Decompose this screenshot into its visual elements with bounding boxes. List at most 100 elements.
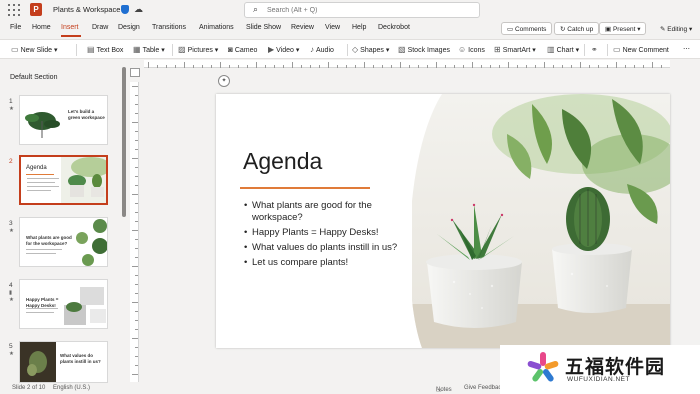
tab-file[interactable]: File bbox=[10, 24, 21, 31]
chevron-down-icon: ▾ bbox=[637, 26, 641, 33]
thumbnail-scrollbar[interactable] bbox=[122, 67, 126, 217]
ruler-toggle-icon[interactable] bbox=[130, 68, 140, 77]
section-title[interactable]: Default Section bbox=[10, 74, 57, 81]
notes-label: Notes bbox=[436, 387, 452, 393]
table-button[interactable]: ▦ Table ▾ bbox=[133, 45, 165, 54]
ruler-tick bbox=[508, 62, 509, 68]
chart-button[interactable]: ▥ Chart ▾ bbox=[547, 45, 579, 54]
slide-thumbnail-2-selected[interactable]: Agenda bbox=[19, 155, 108, 205]
ruler-tick bbox=[562, 65, 563, 68]
tab-draw[interactable]: Draw bbox=[92, 24, 108, 31]
ruler-tick bbox=[355, 65, 356, 68]
thumbnail-plant-image bbox=[61, 157, 106, 203]
document-title[interactable]: Plants & Workspace bbox=[53, 5, 120, 14]
tab-insert[interactable]: Insert bbox=[61, 24, 79, 31]
watermark-url: WUFUXIDIAN.NET bbox=[567, 376, 630, 383]
tab-transitions[interactable]: Transitions bbox=[152, 24, 186, 31]
link-button[interactable]: ⚭ bbox=[591, 45, 600, 54]
slide-canvas[interactable]: Agenda What plants are good for the work… bbox=[216, 94, 670, 348]
smartart-button[interactable]: ⊞ SmartArt ▾ bbox=[494, 45, 536, 54]
thumbnail-text-line bbox=[26, 308, 58, 309]
ruler-tick bbox=[661, 65, 662, 68]
text-box-button[interactable]: ▤ Text Box bbox=[87, 45, 123, 54]
video-icon: ▶ bbox=[268, 45, 275, 54]
give-feedback-button[interactable]: Give Feedback bbox=[464, 385, 504, 391]
ruler-tick bbox=[202, 65, 203, 68]
designer-icon[interactable]: ✦ bbox=[218, 75, 230, 87]
slide-thumbnail-3[interactable]: What plants are good for the workspace? bbox=[19, 217, 108, 267]
tab-design[interactable]: Design bbox=[118, 24, 140, 31]
ruler-tick bbox=[553, 65, 554, 68]
new-comment-button[interactable]: ▭ New Comment bbox=[613, 45, 669, 54]
ruler-tick bbox=[319, 65, 320, 68]
slide-thumbnail-4[interactable]: Happy Plants = Happy Desks! bbox=[19, 279, 108, 329]
pictures-button[interactable]: ▨ Pictures ▾ bbox=[178, 45, 218, 54]
sensitivity-shield-icon[interactable] bbox=[121, 5, 129, 14]
audio-label: Audio bbox=[316, 47, 334, 54]
chevron-down-icon: ▾ bbox=[688, 26, 693, 33]
ruler-tick bbox=[135, 347, 138, 348]
slide-number: 4 bbox=[9, 282, 13, 289]
ruler-tick bbox=[135, 239, 138, 240]
tab-review[interactable]: Review bbox=[291, 24, 314, 31]
new-slide-button[interactable]: ▭ New Slide ▾ bbox=[11, 45, 58, 54]
ruler-tick bbox=[265, 65, 266, 68]
more-options-button[interactable]: ⋯ bbox=[683, 45, 690, 53]
bullet-item[interactable]: Let us compare plants! bbox=[244, 257, 416, 269]
slide-thumbnail-1[interactable]: Let's build a green workspace bbox=[19, 95, 108, 145]
video-button[interactable]: ▶ Video ▾ bbox=[268, 45, 299, 54]
ruler-tick bbox=[274, 65, 275, 68]
bullet-item[interactable]: What values do plants instill in us? bbox=[244, 242, 416, 254]
slide-thumbnail-5[interactable]: What values do plants instill in us? bbox=[19, 341, 108, 383]
app-launcher-icon[interactable] bbox=[8, 4, 20, 16]
text-box-label: Text Box bbox=[96, 47, 124, 54]
editing-label: Editing bbox=[667, 26, 688, 33]
comments-button[interactable]: ▭ Comments bbox=[501, 22, 553, 35]
shapes-button[interactable]: ◇ Shapes ▾ bbox=[352, 45, 389, 54]
stock-images-button[interactable]: ▧ Stock Images bbox=[398, 45, 450, 54]
slide-number: 5 bbox=[9, 343, 13, 350]
ruler-tick bbox=[625, 65, 626, 68]
editing-mode-button[interactable]: ✎ Editing ▾ bbox=[654, 22, 698, 35]
ribbon-divider bbox=[584, 44, 585, 56]
sync-status-icon[interactable]: ☁ bbox=[134, 4, 143, 15]
thumbnail-desk-image bbox=[64, 287, 106, 325]
present-button[interactable]: ▣ Present ▾ bbox=[599, 22, 647, 35]
tab-deckrobot[interactable]: Deckrobot bbox=[378, 24, 410, 31]
ruler-tick bbox=[211, 65, 212, 68]
bullet-item[interactable]: Happy Plants = Happy Desks! bbox=[244, 227, 416, 239]
bullet-item[interactable]: What plants are good for the workspace? bbox=[244, 200, 416, 224]
ribbon-divider bbox=[607, 44, 608, 56]
tab-animations[interactable]: Animations bbox=[199, 24, 234, 31]
ruler-tick bbox=[400, 62, 401, 68]
tab-home[interactable]: Home bbox=[32, 24, 51, 31]
cameo-button[interactable]: ◙ Cameo bbox=[228, 45, 257, 54]
ruler-tick bbox=[301, 65, 302, 68]
star-icon: ★ bbox=[9, 106, 14, 112]
tab-slide-show[interactable]: Slide Show bbox=[246, 24, 281, 31]
slide-title[interactable]: Agenda bbox=[243, 148, 322, 175]
language-indicator[interactable]: English (U.S.) bbox=[53, 385, 90, 391]
star-icon: ★ bbox=[9, 297, 14, 303]
audio-button[interactable]: ♪ Audio bbox=[310, 45, 334, 54]
ruler-tick bbox=[364, 62, 365, 68]
comment-icon: ▮ bbox=[9, 290, 13, 296]
new-slide-icon: ▭ bbox=[11, 45, 19, 54]
catch-up-button[interactable]: ↻ Catch up bbox=[554, 22, 600, 35]
tab-help[interactable]: Help bbox=[352, 24, 366, 31]
cameo-icon: ◙ bbox=[228, 45, 233, 54]
ruler-tick bbox=[472, 62, 473, 68]
succulent-photo[interactable] bbox=[412, 94, 670, 348]
icons-button[interactable]: ☺ Icons bbox=[458, 45, 485, 54]
search-input[interactable] bbox=[267, 5, 467, 15]
ruler-tick bbox=[643, 65, 644, 68]
comment-icon: ▭ bbox=[507, 26, 514, 33]
bullet-list[interactable]: What plants are good for the workspace? … bbox=[244, 200, 416, 272]
ruler-tick bbox=[427, 65, 428, 68]
new-slide-label: New Slide bbox=[20, 47, 53, 54]
tab-view[interactable]: View bbox=[325, 24, 340, 31]
icons-icon: ☺ bbox=[458, 45, 467, 54]
shapes-label: Shapes bbox=[360, 47, 384, 54]
thumbnail-title: Agenda bbox=[26, 165, 47, 171]
search-box[interactable]: ⌕ bbox=[244, 2, 480, 18]
